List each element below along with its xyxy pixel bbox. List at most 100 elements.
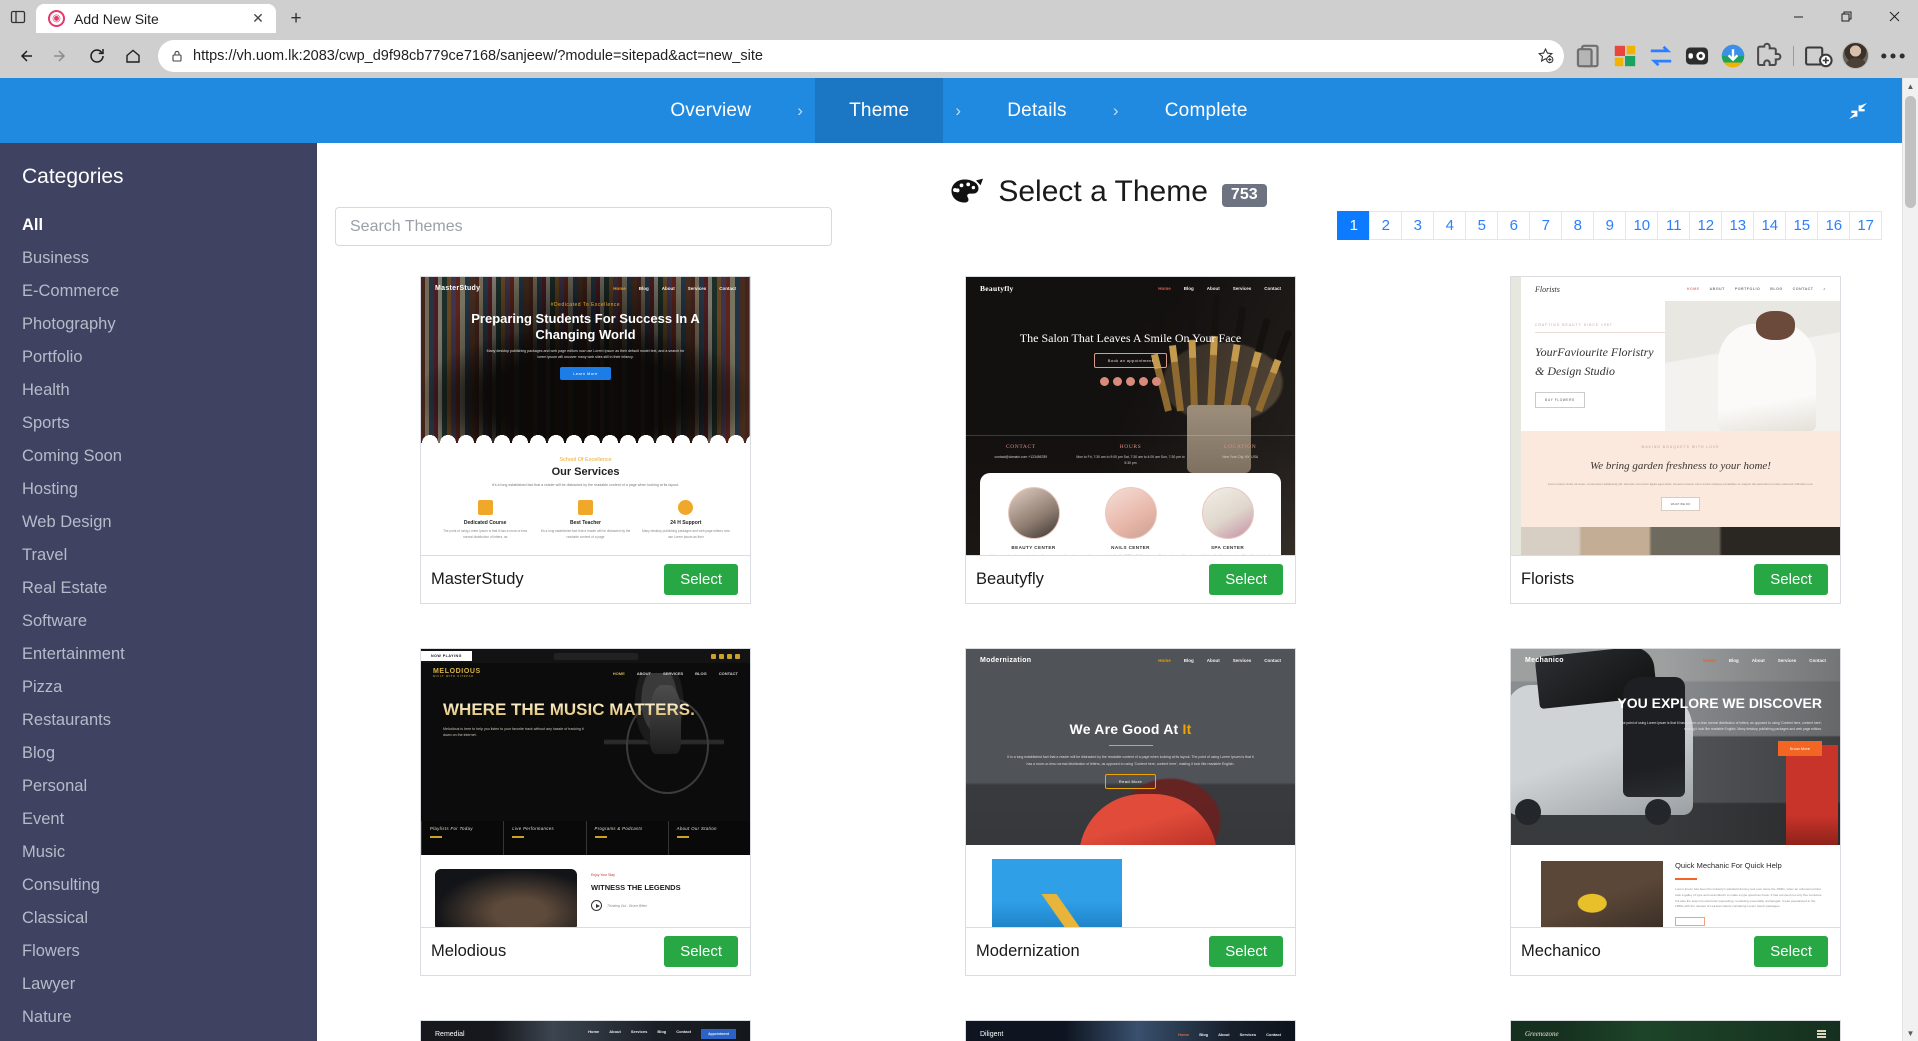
pagination-page-11[interactable]: 11 [1657, 211, 1690, 240]
theme-preview-remedial[interactable]: Remedial Home About Services Blog Contact … [421, 1021, 750, 1041]
sidebar-item-restaurants[interactable]: Restaurants [0, 704, 317, 737]
sidebar-item-travel[interactable]: Travel [0, 539, 317, 572]
pagination-page-9[interactable]: 9 [1593, 211, 1626, 240]
sidebar-item-sports[interactable]: Sports [0, 407, 317, 440]
close-icon[interactable] [1870, 0, 1918, 33]
pagination-page-2[interactable]: 2 [1369, 211, 1402, 240]
address-bar[interactable]: https://vh.uom.lk:2083/cwp_d9f98cb779ce7… [158, 39, 1564, 72]
pagination-page-17[interactable]: 17 [1849, 211, 1882, 240]
home-icon[interactable] [116, 39, 150, 73]
close-icon[interactable]: ✕ [248, 9, 268, 29]
sidebar-item-personal[interactable]: Personal [0, 770, 317, 803]
sidebar-item-health[interactable]: Health [0, 374, 317, 407]
search-input[interactable] [335, 207, 832, 246]
pagination-page-13[interactable]: 13 [1721, 211, 1754, 240]
theme-card[interactable]: Florists HOME ABOUT PORTFOLIO BLOG CONTACT… [1510, 276, 1841, 604]
theme-card[interactable]: MasterStudy Home Blog About Services Conta… [420, 276, 751, 604]
sidebar-item-nature[interactable]: Nature [0, 1001, 317, 1034]
theme-preview-modernization[interactable]: Modernization Home Blog About Services Con… [966, 649, 1295, 927]
sidebar-item-software[interactable]: Software [0, 605, 317, 638]
sidebar-item-entertainment[interactable]: Entertainment [0, 638, 317, 671]
sidebar-item-photography[interactable]: Photography [0, 308, 317, 341]
sidebar-item-flowers[interactable]: Flowers [0, 935, 317, 968]
select-button[interactable]: Select [1754, 564, 1828, 595]
select-button[interactable]: Select [664, 936, 738, 967]
select-button[interactable]: Select [1754, 936, 1828, 967]
select-button[interactable]: Select [1209, 564, 1283, 595]
sidebar-item-pizza[interactable]: Pizza [0, 671, 317, 704]
theme-card[interactable]: Greenozone [1510, 1020, 1841, 1041]
wizard-step-theme[interactable]: Theme [815, 78, 944, 143]
scroll-up-arrow[interactable]: ▲ [1903, 78, 1918, 94]
browser-tab[interactable]: ◉ Add New Site ✕ [36, 4, 276, 33]
restore-icon[interactable] [1822, 0, 1870, 33]
sidebar-item-consulting[interactable]: Consulting [0, 869, 317, 902]
new-tab-button[interactable]: + [280, 4, 312, 33]
theme-card[interactable]: Remedial Home About Services Blog Contact … [420, 1020, 751, 1041]
theme-preview-diligent[interactable]: Diligent Home Blog About Services Contact [966, 1021, 1295, 1041]
sidebar-item-e-commerce[interactable]: E-Commerce [0, 275, 317, 308]
sidebar-item-music[interactable]: Music [0, 836, 317, 869]
sidebar-item-event[interactable]: Event [0, 803, 317, 836]
theme-card[interactable]: Beautyfly Home Blog About Services Contact… [965, 276, 1296, 604]
extensions-puzzle-icon[interactable] [1752, 39, 1786, 73]
collections-icon[interactable] [1572, 39, 1606, 73]
pagination-page-6[interactable]: 6 [1497, 211, 1530, 240]
sidebar-item-real-estate[interactable]: Real Estate [0, 572, 317, 605]
theme-preview-mechanico[interactable]: Mechanico Home Blog About Services Contact… [1511, 649, 1840, 927]
sidebar-item-hosting[interactable]: Hosting [0, 473, 317, 506]
theme-preview-beautyfly[interactable]: Beautyfly Home Blog About Services Contact… [966, 277, 1295, 555]
wizard-step-overview[interactable]: Overview [636, 78, 785, 143]
theme-preview-melodious[interactable]: NOW PLAYING MELODIOUS BUILT WITH SITEPAD [421, 649, 750, 927]
pagination-page-7[interactable]: 7 [1529, 211, 1562, 240]
pagination-page-12[interactable]: 12 [1689, 211, 1722, 240]
preview-cta: Book an appointment [1093, 352, 1168, 368]
sidebar-item-web-design[interactable]: Web Design [0, 506, 317, 539]
pagination-page-4[interactable]: 4 [1433, 211, 1466, 240]
microsoft-office-icon[interactable] [1608, 39, 1642, 73]
sidebar-item-profile[interactable]: Profile [0, 1034, 317, 1041]
minimize-icon[interactable] [1774, 0, 1822, 33]
pagination-page-5[interactable]: 5 [1465, 211, 1498, 240]
pagination-page-8[interactable]: 8 [1561, 211, 1594, 240]
page-scrollbar[interactable]: ▲ ▼ [1902, 78, 1918, 1041]
tab-search-icon[interactable] [0, 0, 36, 33]
forward-arrow-icon[interactable] [44, 39, 78, 73]
sidebar-item-business[interactable]: Business [0, 242, 317, 275]
video-capture-icon[interactable] [1680, 39, 1714, 73]
collapse-inward-icon[interactable] [1838, 91, 1878, 131]
avatar[interactable] [1842, 42, 1869, 69]
split-screen-icon[interactable] [1801, 39, 1835, 73]
select-button[interactable]: Select [664, 564, 738, 595]
theme-preview-florists[interactable]: Florists HOME ABOUT PORTFOLIO BLOG CONTACT… [1511, 277, 1840, 555]
sidebar-item-all[interactable]: All [0, 209, 317, 242]
sidebar-item-lawyer[interactable]: Lawyer [0, 968, 317, 1001]
back-arrow-icon[interactable] [8, 39, 42, 73]
sidebar-item-classical[interactable]: Classical [0, 902, 317, 935]
pagination-page-10[interactable]: 10 [1625, 211, 1658, 240]
scroll-down-arrow[interactable]: ▼ [1903, 1025, 1918, 1041]
theme-card[interactable]: Modernization Home Blog About Services Con… [965, 648, 1296, 976]
sidebar-item-coming-soon[interactable]: Coming Soon [0, 440, 317, 473]
select-button[interactable]: Select [1209, 936, 1283, 967]
wizard-step-complete[interactable]: Complete [1131, 78, 1282, 143]
sidebar-item-blog[interactable]: Blog [0, 737, 317, 770]
more-options-icon[interactable] [1876, 39, 1910, 73]
sync-refresh-icon[interactable] [1644, 39, 1678, 73]
add-favorite-icon[interactable] [1532, 43, 1558, 69]
scrollbar-thumb[interactable] [1905, 96, 1916, 208]
pagination-page-16[interactable]: 16 [1817, 211, 1850, 240]
wizard-step-details[interactable]: Details [973, 78, 1100, 143]
theme-card[interactable]: Mechanico Home Blog About Services Contact… [1510, 648, 1841, 976]
theme-preview-masterstudy[interactable]: MasterStudy Home Blog About Services Conta… [421, 277, 750, 555]
sidebar-item-portfolio[interactable]: Portfolio [0, 341, 317, 374]
pagination-page-3[interactable]: 3 [1401, 211, 1434, 240]
reload-icon[interactable] [80, 39, 114, 73]
theme-card[interactable]: Diligent Home Blog About Services Contact [965, 1020, 1296, 1041]
pagination-page-1[interactable]: 1 [1337, 211, 1370, 240]
pagination-page-14[interactable]: 14 [1753, 211, 1786, 240]
theme-card[interactable]: NOW PLAYING MELODIOUS BUILT WITH SITEPAD [420, 648, 751, 976]
pagination-page-15[interactable]: 15 [1785, 211, 1818, 240]
theme-preview-greenozone[interactable]: Greenozone [1511, 1021, 1840, 1041]
idm-download-icon[interactable] [1716, 39, 1750, 73]
